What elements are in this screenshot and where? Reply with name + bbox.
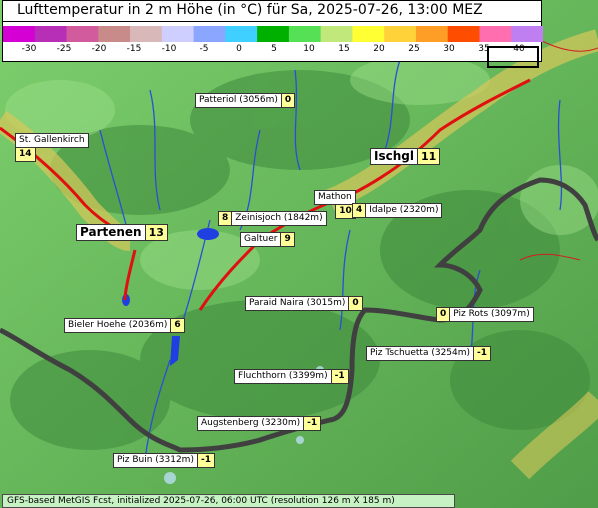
legend-swatch — [161, 26, 195, 42]
color-legend: -30 -25 -20 -15 -10 -5 0 5 10 15 20 25 30 35 40 — [2, 22, 543, 62]
station-label[interactable]: Piz Tschuetta (3254m) -1 — [366, 346, 492, 361]
station-temperature: -1 — [474, 346, 492, 361]
legend-swatch — [511, 26, 543, 42]
legend-tick-label: -5 — [199, 44, 209, 54]
station-name: Idalpe (2320m) — [365, 203, 443, 218]
legend-swatch — [257, 26, 290, 42]
station-name: Paraid Naira (3015m) — [245, 296, 350, 311]
legend-tick-label: -20 — [91, 44, 107, 54]
legend-swatch — [415, 26, 449, 42]
legend-colorbar — [3, 26, 543, 42]
station-temperature: -1 — [304, 416, 322, 431]
station-name: Zeinisjoch (1842m) — [231, 211, 327, 226]
legend-swatch — [352, 26, 385, 42]
station-name: Bieler Hoehe (2036m) — [64, 318, 172, 333]
legend-tick-label: 30 — [443, 44, 455, 54]
station-name: Augstenberg (3230m) — [197, 416, 305, 431]
station-label[interactable]: Paraid Naira (3015m) 0 — [245, 296, 363, 311]
legend-swatch — [384, 26, 417, 42]
legend-tick-label: 20 — [373, 44, 385, 54]
legend-swatch — [320, 26, 353, 42]
legend-swatch — [130, 26, 163, 42]
station-label[interactable]: Augstenberg (3230m) -1 — [197, 416, 322, 431]
station-name: Piz Tschuetta (3254m) — [366, 346, 475, 361]
station-name: Ischgl — [370, 148, 418, 165]
station-label[interactable]: Patteriol (3056m) 0 — [195, 93, 296, 108]
station-name: St. Gallenkirch — [15, 133, 89, 148]
station-temperature: 0 — [281, 93, 296, 108]
map-title: Lufttemperatur in 2 m Höhe (in °C) für S… — [17, 2, 483, 18]
station-temperature: 9 — [281, 232, 295, 247]
legend-tick-label: -10 — [161, 44, 177, 54]
station-label[interactable]: St. Gallenkirch 14 — [15, 133, 89, 162]
legend-swatch — [479, 26, 512, 42]
station-temperature: 0 — [349, 296, 363, 311]
legend-swatch — [193, 26, 226, 42]
legend-swatch — [34, 26, 68, 42]
station-label[interactable]: Galtuer 9 — [240, 232, 295, 247]
station-label[interactable]: 8 Zeinisjoch (1842m) — [218, 211, 327, 226]
station-name: Piz Buin (3312m) — [113, 453, 198, 468]
station-label[interactable]: Fluchthorn (3399m) -1 — [234, 369, 349, 384]
station-temperature: 6 — [171, 318, 185, 333]
station-temperature: 8 — [218, 211, 232, 226]
legend-swatch — [66, 26, 99, 42]
legend-tick-label: 15 — [338, 44, 350, 54]
map-inset-frame — [487, 46, 539, 68]
legend-swatch — [225, 26, 258, 42]
station-name: Partenen — [76, 224, 146, 241]
station-temperature: 13 — [145, 224, 168, 241]
legend-tick-label: 25 — [408, 44, 420, 54]
station-label[interactable]: Partenen 13 — [76, 224, 168, 241]
legend-tick-label: -25 — [56, 44, 72, 54]
legend-swatch — [3, 26, 36, 42]
station-label[interactable]: 4 Idalpe (2320m) — [352, 203, 443, 218]
station-name: Piz Rots (3097m) — [449, 307, 534, 322]
title-bar: Lufttemperatur in 2 m Höhe (in °C) für S… — [2, 0, 542, 22]
forecast-footer: GFS-based MetGIS Fcst, initialized 2025-… — [2, 494, 455, 508]
station-label[interactable]: Bieler Hoehe (2036m) 6 — [64, 318, 185, 333]
station-temperature: 0 — [436, 307, 450, 322]
station-temperature: -1 — [331, 369, 349, 384]
station-label[interactable]: 0 Piz Rots (3097m) — [436, 307, 534, 322]
legend-tick-label: 10 — [303, 44, 315, 54]
station-name: Patteriol (3056m) — [195, 93, 282, 108]
terrain-map[interactable] — [0, 0, 598, 508]
station-temperature: 11 — [417, 148, 441, 165]
station-temperature: 14 — [15, 148, 36, 162]
station-label[interactable]: Piz Buin (3312m) -1 — [113, 453, 215, 468]
station-name: Mathon — [314, 190, 356, 205]
legend-swatch — [447, 26, 480, 42]
legend-tick-label: 5 — [271, 44, 277, 54]
legend-tick-label: -15 — [126, 44, 142, 54]
station-temperature: 4 — [352, 203, 366, 218]
legend-tick-label: -30 — [21, 44, 37, 54]
station-label[interactable]: Ischgl 11 — [370, 148, 441, 165]
station-temperature: -1 — [197, 453, 215, 468]
station-name: Galtuer — [240, 232, 282, 247]
legend-tick-label: 0 — [236, 44, 242, 54]
station-name: Fluchthorn (3399m) — [234, 369, 332, 384]
legend-swatch — [98, 26, 131, 42]
legend-swatch — [288, 26, 322, 42]
